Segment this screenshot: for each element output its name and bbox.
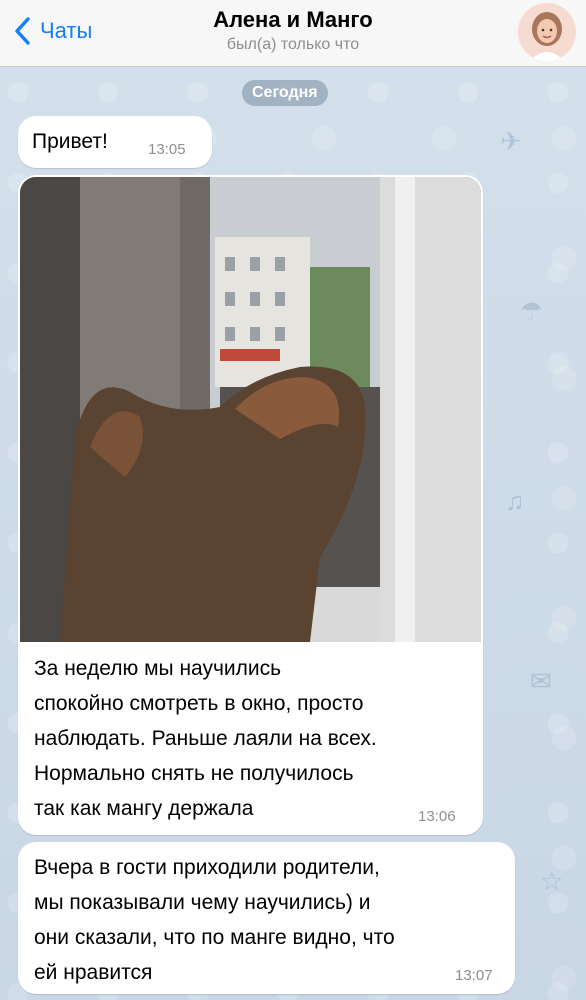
- back-label: Чаты: [40, 18, 93, 43]
- message-line: наблюдать. Раньше лаяли на всех.: [34, 727, 377, 750]
- message-line: мы показывали чему научились) и: [34, 891, 371, 914]
- chat-title: Алена и Манго: [213, 7, 373, 32]
- avatar[interactable]: [518, 3, 576, 61]
- date-separator: Сегодня: [242, 80, 328, 106]
- message-time: 13:05: [148, 141, 186, 158]
- message-line: За неделю мы научились: [34, 657, 282, 680]
- message-bubble[interactable]: Привет! 13:05: [18, 116, 212, 168]
- chat-title-area[interactable]: Алена и Манго был(а) только что: [120, 6, 466, 56]
- message-text: Вчера в гости приходили родители, мы пок…: [34, 850, 506, 990]
- message-time: 13:07: [455, 967, 493, 984]
- message-line: Нормально снять не получилось: [34, 762, 354, 785]
- dog-at-window-photo: [20, 177, 481, 642]
- avatar-image: [518, 3, 576, 61]
- message-line: Вчера в гости приходили родители,: [34, 856, 380, 879]
- chat-header: Чаты Алена и Манго был(а) только что: [0, 0, 586, 67]
- message-bubble[interactable]: За неделю мы научились спокойно смотреть…: [18, 175, 483, 835]
- doodle-icon: ☂: [520, 296, 544, 326]
- message-text: За неделю мы научились спокойно смотреть…: [34, 651, 474, 826]
- doodle-icon: ✈: [500, 126, 522, 156]
- message-text: Привет!: [32, 130, 108, 153]
- message-time: 13:06: [418, 808, 456, 825]
- message-bubble[interactable]: Вчера в гости приходили родители, мы пок…: [18, 842, 515, 994]
- message-line: они сказали, что по манге видно, что: [34, 926, 395, 949]
- doodle-icon: ♫: [505, 486, 525, 516]
- message-line: спокойно смотреть в окно, просто: [34, 692, 364, 715]
- doodle-icon: ✉: [530, 666, 552, 696]
- chat-status: был(а) только что: [226, 36, 360, 53]
- message-line: так как мангу держала: [34, 797, 254, 820]
- doodle-icon: ☆: [540, 866, 564, 896]
- back-button[interactable]: Чаты: [10, 14, 92, 48]
- message-line: ей нравится: [34, 961, 153, 984]
- chevron-left-icon: [15, 17, 30, 45]
- photo-attachment[interactable]: [20, 177, 481, 642]
